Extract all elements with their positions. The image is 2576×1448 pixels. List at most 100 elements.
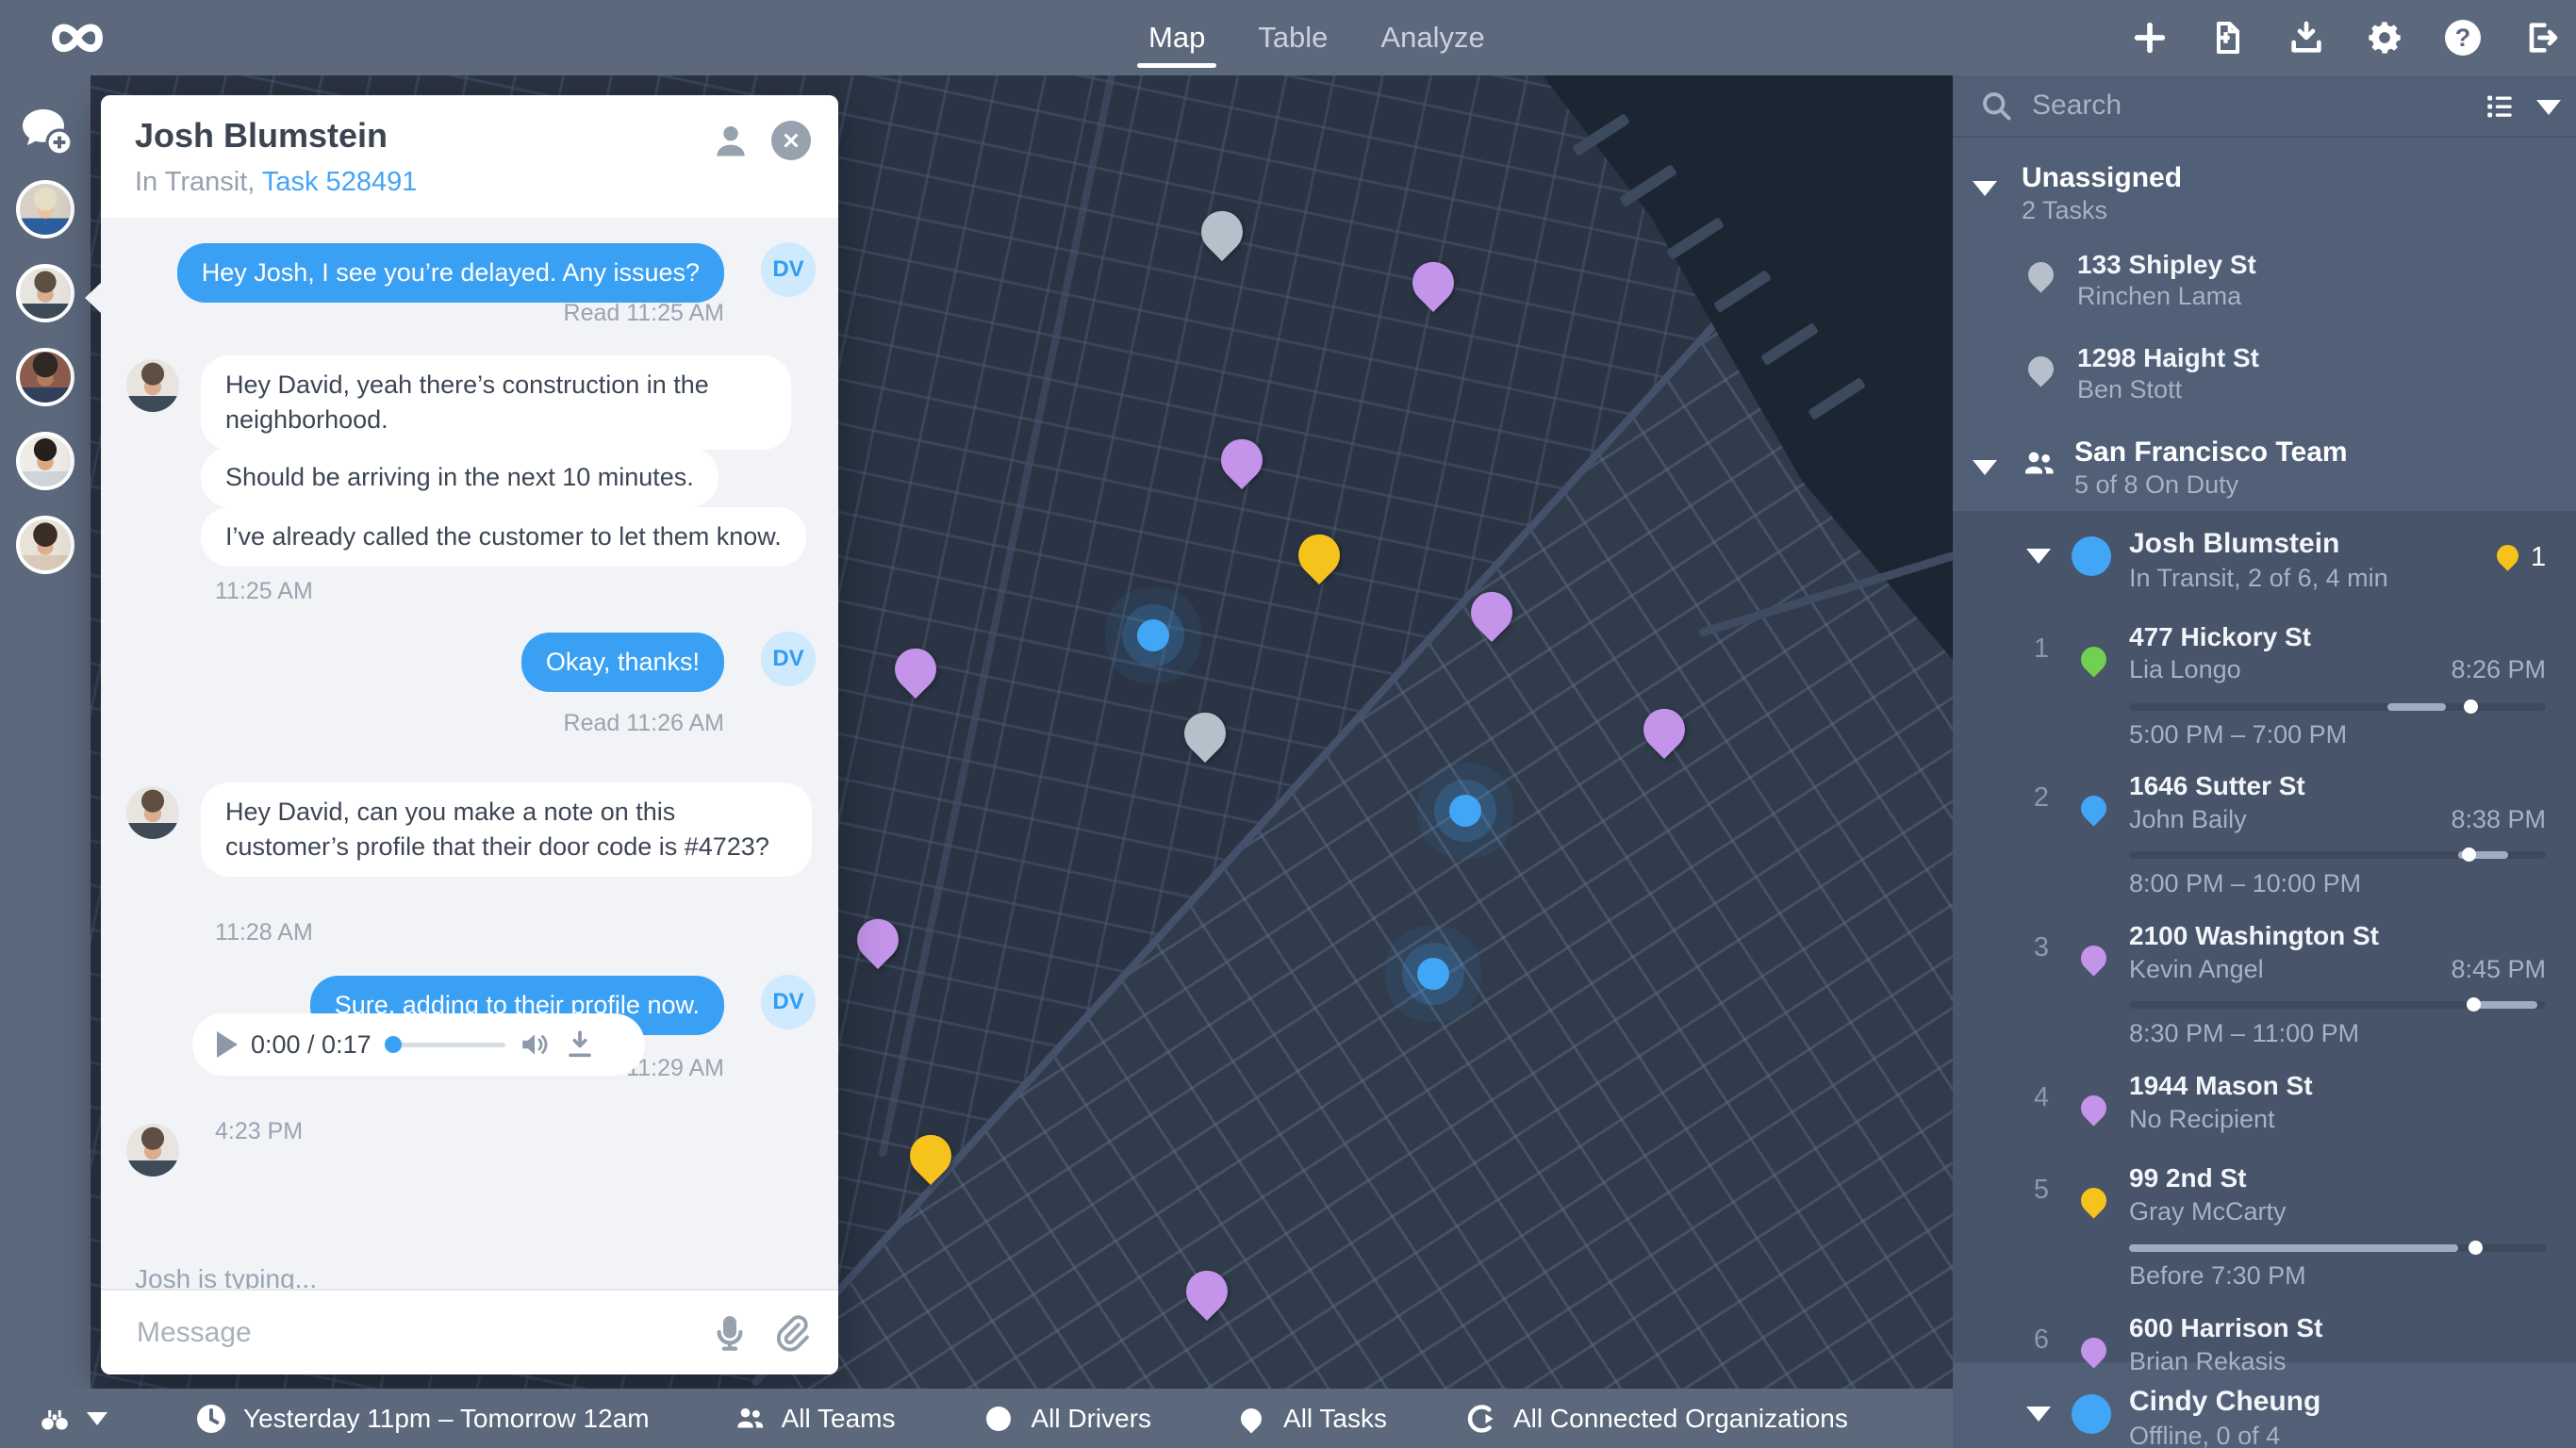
task-address[interactable]: 1944 Mason St	[2129, 1071, 2313, 1101]
filter-drivers[interactable]: All Drivers	[982, 1402, 1151, 1436]
task-number: 6	[2028, 1325, 2055, 1356]
chat-bubble-sent: Hey Josh, I see you’re delayed. Any issu…	[177, 243, 724, 303]
task-progress-bar	[2129, 851, 2546, 859]
chat-bubble-received: Hey David, can you make a note on this c…	[201, 782, 812, 877]
team-icon	[2020, 445, 2057, 483]
add-icon[interactable]	[2128, 16, 2171, 59]
tab-analyze[interactable]: Analyze	[1380, 0, 1484, 75]
new-chat-icon[interactable]	[19, 106, 72, 155]
chat-panel: Josh Blumstein In Transit, Task 528491 H…	[101, 95, 838, 1374]
driver-collapse-caret-icon[interactable]	[2026, 1407, 2051, 1422]
map-tools-binoculars[interactable]	[38, 1402, 107, 1436]
chat-header: Josh Blumstein In Transit, Task 528491	[101, 95, 838, 218]
unassigned-task-recipient: Rinchen Lama	[2077, 282, 2241, 311]
message-avatar	[126, 786, 179, 839]
task-pin-gray-icon	[2028, 356, 2054, 387]
task-progress-bar	[2129, 703, 2546, 711]
task-address[interactable]: 600 Harrison St	[2129, 1313, 2322, 1343]
driver-status-dot	[2072, 1394, 2111, 1434]
filter-tasks[interactable]: All Tasks	[1234, 1402, 1387, 1436]
read-receipt: Read 11:26 AM	[564, 710, 724, 737]
task-recipient: Lia Longo	[2129, 655, 2241, 684]
tab-table[interactable]: Table	[1258, 0, 1328, 75]
import-icon[interactable]	[2206, 16, 2250, 59]
search-icon	[1979, 89, 2013, 123]
task-address[interactable]: 1646 Sutter St	[2129, 771, 2305, 801]
audio-time: 0:00 / 0:17	[251, 1030, 372, 1060]
brand-infinity-logo-icon[interactable]	[40, 9, 115, 66]
driver-collapse-caret-icon[interactable]	[2026, 549, 2051, 564]
task-address[interactable]: 477 Hickory St	[2129, 622, 2311, 652]
driver-name[interactable]: Cindy Cheung	[2129, 1386, 2320, 1418]
task-eta: 8:38 PM	[2451, 805, 2546, 834]
audio-seek-slider[interactable]	[385, 1041, 505, 1048]
task-number: 1	[2028, 634, 2055, 665]
driver-avatar[interactable]	[16, 348, 74, 406]
driver-avatar[interactable]	[16, 180, 74, 239]
view-tabs: Map Table Analyze	[1148, 0, 1485, 75]
driver-avatar[interactable]	[16, 516, 74, 574]
chat-status: In Transit,	[135, 167, 262, 197]
task-address[interactable]: 99 2nd St	[2129, 1163, 2246, 1193]
driver-location-dot[interactable]	[1137, 619, 1169, 651]
top-bar: Map Table Analyze ?	[0, 0, 2576, 75]
read-receipt: Read 11:25 AM	[564, 300, 724, 327]
paperclip-icon[interactable]	[771, 1313, 811, 1353]
unassigned-task-address[interactable]: 133 Shipley St	[2077, 250, 2256, 280]
driver-location-dot[interactable]	[1417, 958, 1449, 990]
download-icon[interactable]	[2285, 16, 2328, 59]
speaker-icon[interactable]	[519, 1028, 551, 1061]
task-number: 2	[2028, 782, 2055, 814]
task-pin-yellow-icon	[2081, 1188, 2106, 1218]
close-icon[interactable]	[771, 121, 811, 160]
dv-avatar-badge: DV	[761, 242, 816, 297]
message-input[interactable]	[135, 1309, 663, 1357]
task-pin-purple-icon	[2081, 946, 2106, 976]
dv-avatar-badge: DV	[761, 632, 816, 686]
task-pin-green-icon	[2081, 647, 2106, 677]
chat-bubble-received: Hey David, yeah there’s construction in …	[201, 355, 791, 450]
tab-map[interactable]: Map	[1148, 0, 1205, 75]
filter-date-range[interactable]: Yesterday 11pm – Tomorrow 12am	[194, 1402, 650, 1436]
filter-teams[interactable]: All Teams	[733, 1402, 896, 1436]
microphone-icon[interactable]	[710, 1313, 750, 1353]
driver-status: In Transit, 2 of 6, 4 min	[2129, 564, 2388, 593]
team-collapse-caret-icon[interactable]	[1973, 460, 1997, 475]
person-icon[interactable]	[710, 120, 751, 161]
filter-organizations[interactable]: All Connected Organizations	[1464, 1402, 1848, 1436]
badge-pin-yellow-icon	[2492, 540, 2523, 571]
chat-title: Josh Blumstein	[135, 116, 388, 156]
unassigned-collapse-caret-icon[interactable]	[1973, 181, 1997, 196]
search-input[interactable]	[2030, 83, 2426, 128]
list-view-icon[interactable]	[2484, 90, 2516, 123]
task-pin-purple-icon	[2081, 1095, 2106, 1126]
task-time-window: 8:00 PM – 10:00 PM	[2129, 869, 2361, 898]
play-icon[interactable]	[217, 1031, 238, 1058]
task-number: 3	[2028, 932, 2055, 963]
task-progress-bar	[2129, 1001, 2546, 1009]
app-root: Map Table Analyze ?	[0, 0, 2576, 1448]
driver-name[interactable]: Josh Blumstein	[2129, 528, 2339, 560]
driver-avatar-josh[interactable]	[16, 264, 74, 322]
chat-message-list: Hey Josh, I see you’re delayed. Any issu…	[101, 218, 838, 1289]
task-address[interactable]: 2100 Washington St	[2129, 921, 2379, 951]
group-title-team[interactable]: San Francisco Team	[2074, 436, 2348, 469]
sidebar-search-row	[1953, 75, 2576, 138]
help-icon[interactable]: ?	[2441, 16, 2485, 59]
sort-caret-icon[interactable]	[2536, 100, 2561, 115]
timestamp: 4:23 PM	[215, 1118, 303, 1145]
task-link[interactable]: Task 528491	[262, 167, 417, 197]
driver-avatar[interactable]	[16, 432, 74, 490]
download-audio-icon[interactable]	[564, 1028, 596, 1061]
chat-panel-pointer	[85, 282, 102, 314]
sign-out-icon[interactable]	[2519, 16, 2563, 59]
driver-location-dot[interactable]	[1449, 795, 1481, 827]
settings-gear-icon[interactable]	[2363, 16, 2406, 59]
task-recipient: John Baily	[2129, 805, 2247, 834]
group-title-unassigned[interactable]: Unassigned	[2022, 162, 2182, 194]
chat-rail	[0, 75, 91, 1389]
task-eta: 8:26 PM	[2451, 655, 2546, 684]
task-pin-purple-icon	[2081, 1338, 2106, 1368]
unassigned-task-address[interactable]: 1298 Haight St	[2077, 343, 2259, 373]
task-pin-blue-icon	[2081, 796, 2106, 826]
